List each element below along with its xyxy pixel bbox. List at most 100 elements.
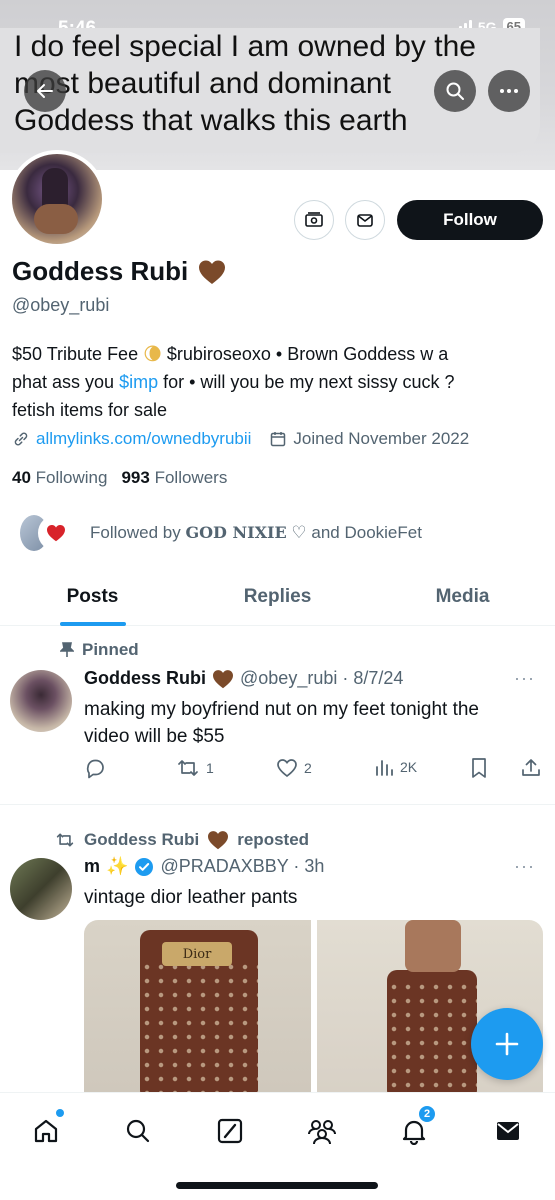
followed-by[interactable]: Followed by GOD NIXIE ♡ and DookieFet xyxy=(18,513,422,553)
heart-outline-icon xyxy=(277,759,297,778)
tab-media[interactable]: Media xyxy=(370,568,555,625)
home-indicator xyxy=(176,1182,378,1189)
repost-icon xyxy=(56,833,74,847)
moon-icon: 🌘 xyxy=(143,344,162,364)
views-count: 2K xyxy=(400,759,418,775)
post-header: Goddess Rubi @obey_rubi · 8/7/24 xyxy=(84,668,403,689)
followed-by-text: Followed by GOD NIXIE ♡ and DookieFet xyxy=(90,523,422,543)
following-label: Following xyxy=(35,468,108,487)
sparkles-icon: ✨ xyxy=(106,856,129,876)
communities-icon xyxy=(308,1120,336,1145)
envelope-icon xyxy=(497,1122,519,1140)
pinned-label: Pinned xyxy=(60,640,139,660)
bio-text: $50 Tribute Fee xyxy=(12,344,144,364)
post-divider xyxy=(0,804,555,805)
tab-replies[interactable]: Replies xyxy=(185,568,370,625)
calendar-icon xyxy=(271,432,286,447)
tab-posts[interactable]: Posts xyxy=(0,568,185,625)
post-author[interactable]: m xyxy=(84,856,100,877)
post-handle-date: @obey_rubi · 8/7/24 xyxy=(240,668,404,688)
nav-notifications[interactable]: 2 xyxy=(394,1105,436,1151)
profile-name: Goddess Rubi xyxy=(12,256,226,287)
profile-handle: @obey_rubi xyxy=(12,295,110,315)
followed-by-prefix: Followed by xyxy=(90,523,186,542)
plus-icon xyxy=(495,1032,519,1056)
nav-search[interactable] xyxy=(118,1111,158,1151)
post-avatar[interactable] xyxy=(10,670,72,732)
link-icon xyxy=(14,432,28,446)
bio-text: fetish items for sale xyxy=(12,400,168,420)
bio-text: $rubiroseoxo • Brown Goddess w a xyxy=(161,344,449,364)
pants-pattern xyxy=(387,980,477,1092)
notification-badge: 2 xyxy=(418,1105,436,1123)
more-button[interactable] xyxy=(488,70,530,112)
follow-button[interactable]: Follow xyxy=(397,200,543,240)
nav-communities[interactable] xyxy=(302,1111,342,1151)
followers-count-link[interactable]: 993 Followers xyxy=(121,468,227,488)
torso-shape xyxy=(405,920,461,972)
post-header: m ✨ @PRADAXBBY · 3h xyxy=(84,856,324,877)
views-button[interactable]: 2K xyxy=(374,757,417,777)
post-image[interactable]: Dior xyxy=(84,920,311,1092)
share-icon xyxy=(522,759,540,776)
red-heart-icon xyxy=(47,525,65,542)
share-button[interactable] xyxy=(520,757,542,779)
subscribe-button[interactable] xyxy=(294,200,334,240)
home-notification-dot xyxy=(56,1109,64,1117)
post-more-button[interactable]: ··· xyxy=(514,668,535,689)
bookmark-button[interactable] xyxy=(470,757,488,779)
search-button[interactable] xyxy=(434,70,476,112)
post-text: vintage dior leather pants xyxy=(84,887,298,908)
post-text: making my boyfriend nut on my feet tonig… xyxy=(84,696,534,750)
arrow-left-icon xyxy=(37,84,53,98)
profile-tabs: Posts Replies Media xyxy=(0,568,555,626)
home-icon xyxy=(34,1119,58,1143)
post-more-button[interactable]: ··· xyxy=(514,856,535,877)
cashtag-link[interactable]: $imp xyxy=(119,372,158,392)
followed-by-name: GOD NIXIE xyxy=(185,523,287,542)
caption-line: I do feel special I am owned by the xyxy=(14,30,476,63)
post-actions: 1 2 2K xyxy=(84,757,544,783)
post-author[interactable]: Goddess Rubi xyxy=(84,668,206,689)
views-icon xyxy=(376,760,393,776)
back-button[interactable] xyxy=(24,70,66,112)
search-icon xyxy=(446,82,464,100)
followers-label: Followers xyxy=(154,468,228,487)
nav-home[interactable] xyxy=(26,1109,66,1151)
repost-author[interactable]: Goddess Rubi xyxy=(84,830,199,850)
belt-buckle: Dior xyxy=(162,942,232,966)
post-avatar[interactable] xyxy=(10,858,72,920)
like-count: 2 xyxy=(304,760,312,776)
profile-name-text: Goddess Rubi xyxy=(12,256,189,286)
following-count-link[interactable]: 40 Following xyxy=(12,468,107,488)
follower-avatar xyxy=(38,515,74,551)
repost-button[interactable]: 1 xyxy=(176,757,214,779)
nav-messages[interactable] xyxy=(488,1111,528,1151)
money-icon xyxy=(305,212,323,227)
repost-context: Goddess Rubi reposted xyxy=(54,830,309,850)
envelope-icon xyxy=(357,214,373,227)
post-text-line: making my boyfriend nut on my feet tonig… xyxy=(84,699,479,720)
following-count: 40 xyxy=(12,468,31,487)
post-text-line: video will be $55 xyxy=(84,726,225,747)
repost-icon xyxy=(178,760,198,776)
profile-avatar[interactable] xyxy=(8,150,106,248)
verified-badge-icon xyxy=(135,857,154,876)
reply-button[interactable] xyxy=(84,757,112,779)
like-button[interactable]: 2 xyxy=(276,757,312,779)
nav-grok[interactable] xyxy=(210,1111,250,1151)
avatar-figure-lower xyxy=(34,204,78,234)
grok-icon xyxy=(217,1118,243,1144)
search-icon xyxy=(126,1119,150,1143)
followers-count: 993 xyxy=(121,468,150,487)
profile-link[interactable]: allmylinks.com/ownedbyrubii xyxy=(36,429,251,449)
brown-heart-icon xyxy=(213,669,234,688)
profile-bio: $50 Tribute Fee 🌘 $rubiroseoxo • Brown G… xyxy=(12,340,542,424)
pants-pattern xyxy=(140,960,258,1092)
followed-by-suffix: ♡ and DookieFet xyxy=(286,523,422,542)
compose-button[interactable] xyxy=(471,1008,543,1080)
repost-count: 1 xyxy=(206,760,214,776)
pin-icon xyxy=(60,642,74,657)
message-button[interactable] xyxy=(345,200,385,240)
reply-icon xyxy=(86,759,104,779)
